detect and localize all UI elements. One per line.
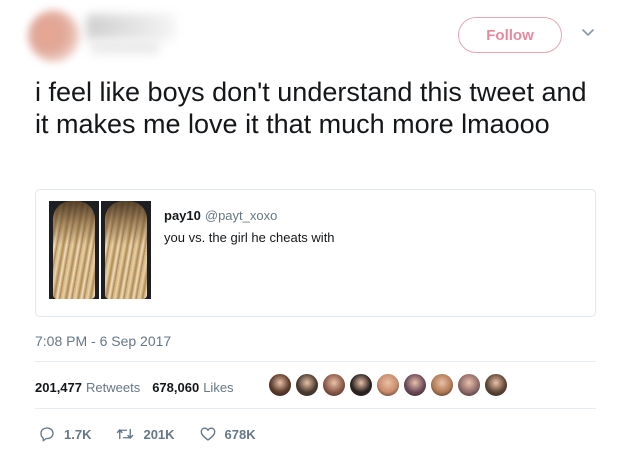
divider xyxy=(35,361,596,362)
quoted-tweet[interactable]: pay10 @payt_xoxo you vs. the girl he chea… xyxy=(35,189,596,317)
quoted-image-left[interactable] xyxy=(49,201,99,299)
divider xyxy=(35,408,596,409)
liker-avatars xyxy=(268,373,511,397)
reply-count: 1.7K xyxy=(64,426,92,442)
follow-button[interactable]: Follow xyxy=(458,17,562,53)
like-label[interactable]: Likes xyxy=(203,380,233,395)
liker-avatar[interactable] xyxy=(484,373,508,397)
reply-button[interactable]: 1.7K xyxy=(38,425,91,443)
reply-icon xyxy=(40,427,54,442)
liker-avatar[interactable] xyxy=(295,373,319,397)
retweet-action-count: 201K xyxy=(143,426,175,442)
liker-avatar[interactable] xyxy=(430,373,454,397)
quoted-author-name: pay10 xyxy=(164,208,201,223)
liker-avatar[interactable] xyxy=(457,373,481,397)
quoted-author[interactable]: pay10 @payt_xoxo xyxy=(164,208,277,223)
retweet-label[interactable]: Retweets xyxy=(86,380,140,395)
liker-avatar[interactable] xyxy=(349,373,373,397)
quoted-tweet-text: you vs. the girl he cheats with xyxy=(164,230,335,245)
retweet-button[interactable]: 201K xyxy=(115,425,175,443)
tweet-text: i feel like boys don't understand this t… xyxy=(35,77,587,139)
liker-avatar[interactable] xyxy=(268,373,292,397)
quoted-author-handle: @payt_xoxo xyxy=(204,208,278,223)
chevron-down-icon[interactable] xyxy=(580,25,596,41)
liker-avatar[interactable] xyxy=(322,373,346,397)
like-button[interactable]: 678K xyxy=(199,425,256,443)
author-name-redacted[interactable] xyxy=(86,14,176,40)
avatar[interactable] xyxy=(28,10,80,62)
quoted-image-right[interactable] xyxy=(101,201,151,299)
tweet-header: Follow xyxy=(0,0,624,80)
author-handle-redacted[interactable] xyxy=(90,40,160,54)
hair-photo xyxy=(105,201,147,299)
tweet-actions: 1.7K 201K 678K xyxy=(38,425,280,443)
tweet-stats: 201,477 Retweets 678,060 Likes xyxy=(35,377,246,397)
retweet-count[interactable]: 201,477 xyxy=(35,380,82,395)
liker-avatar[interactable] xyxy=(403,373,427,397)
like-action-count: 678K xyxy=(224,426,256,442)
retweet-icon xyxy=(117,428,134,440)
tweet-timestamp[interactable]: 7:08 PM - 6 Sep 2017 xyxy=(35,333,171,349)
heart-icon xyxy=(200,427,215,441)
hair-photo xyxy=(53,201,95,299)
liker-avatar[interactable] xyxy=(376,373,400,397)
like-count[interactable]: 678,060 xyxy=(152,380,199,395)
